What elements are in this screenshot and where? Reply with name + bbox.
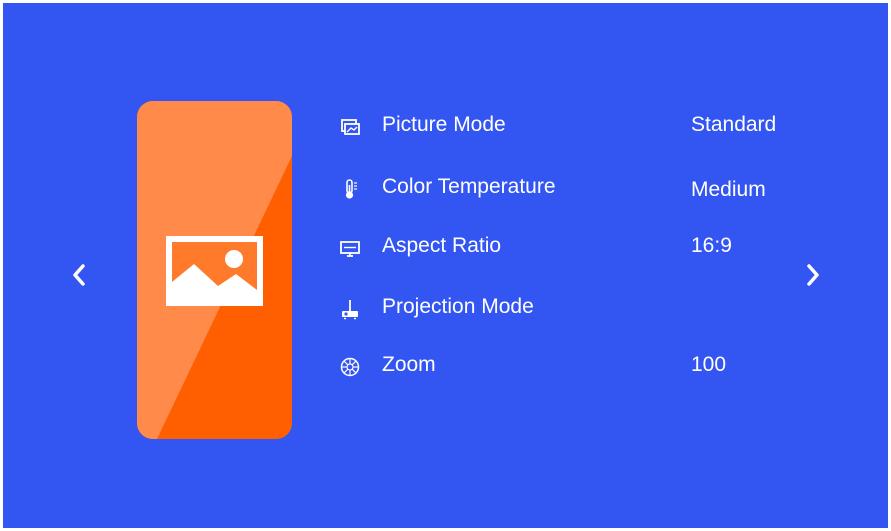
menu-item-label: Zoom — [382, 353, 436, 376]
menu-item-label: Aspect Ratio — [382, 234, 502, 257]
menu-item-value: 100 — [691, 353, 727, 376]
picture-mode-icon — [341, 119, 360, 135]
thermometer-icon — [345, 179, 357, 199]
menu-item-label: Picture Mode — [382, 113, 506, 136]
zoom-icon — [340, 357, 360, 377]
menu-item-zoom[interactable]: Zoom 100 — [339, 351, 799, 381]
menu-item-value: 16:9 — [691, 234, 732, 257]
picture-card — [137, 101, 292, 439]
menu-item-aspect-ratio[interactable]: Aspect Ratio 16:9 — [339, 232, 799, 262]
menu-item-projection-mode[interactable]: Projection Mode — [339, 293, 799, 323]
menu-item-picture-mode[interactable]: Picture Mode Standard — [339, 111, 799, 141]
projector-icon — [342, 300, 358, 320]
aspect-ratio-icon — [340, 241, 360, 257]
menu-item-label: Projection Mode — [382, 295, 534, 318]
image-icon — [166, 236, 263, 306]
chevron-left-icon[interactable] — [69, 261, 89, 289]
chevron-right-icon[interactable] — [803, 261, 823, 289]
settings-screen: Picture Mode Standard Color Temperature … — [3, 3, 888, 528]
menu-item-label: Color Temperature — [382, 175, 556, 198]
menu-item-color-temperature[interactable]: Color Temperature Medium — [339, 173, 799, 203]
menu-item-value: Standard — [691, 113, 777, 136]
menu-item-value: Medium — [691, 178, 766, 201]
